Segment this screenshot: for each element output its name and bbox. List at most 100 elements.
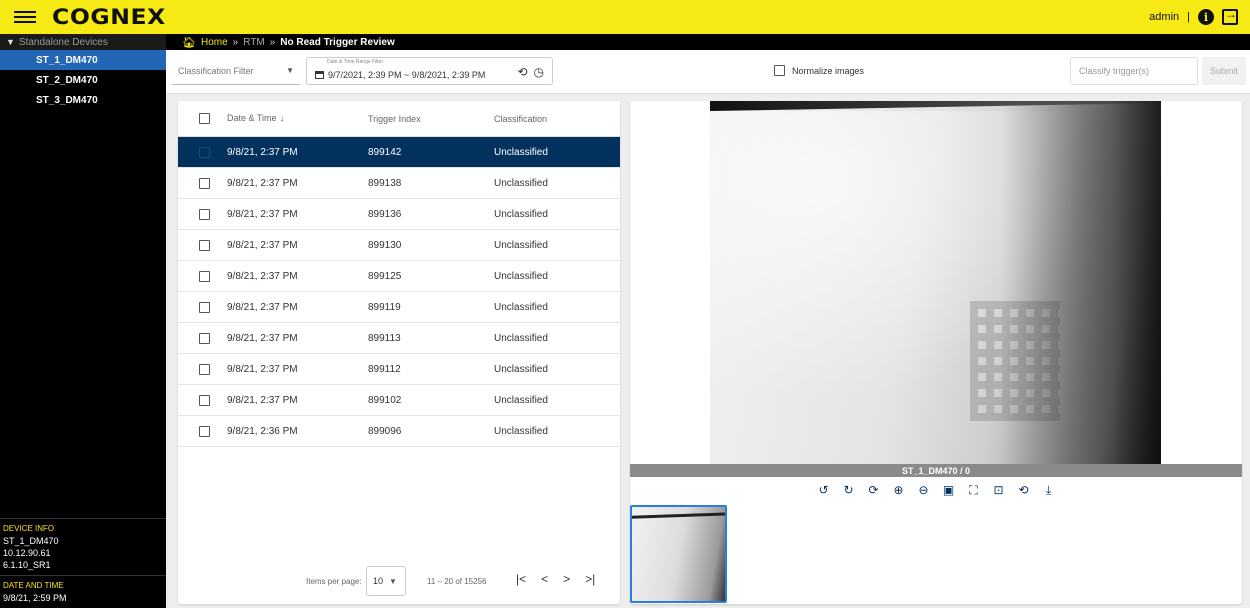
filter-bar: Classification Filter ▼ Date & Time Rang… <box>166 50 1250 94</box>
info-icon[interactable]: i <box>1198 9 1214 25</box>
sidebar: ▼ Standalone Devices ST_1_DM470 ST_2_DM4… <box>0 34 166 608</box>
cell-datetime: 9/8/21, 2:37 PM <box>227 301 298 313</box>
row-checkbox[interactable] <box>199 239 210 251</box>
items-per-page-label: Items per page: <box>306 577 362 586</box>
home-icon[interactable]: 🏠︎ <box>182 36 196 49</box>
cell-trigger-index: 899119 <box>368 301 401 313</box>
sidebar-item-st3[interactable]: ST_3_DM470 <box>0 90 166 110</box>
table-body: 9/8/21, 2:37 PM 899142 Unclassified 9/8/21,… <box>178 137 620 447</box>
cell-trigger-index: 899102 <box>368 394 402 406</box>
device-info-panel: DEVICE INFO ST_1_DM470 10.12.90.61 6.1.1… <box>0 518 166 608</box>
logout-icon[interactable] <box>1222 7 1238 25</box>
paginator: Items per page: 10 ▼ 11 – 20 of 15256 |<… <box>178 560 620 604</box>
trigger-image[interactable] <box>710 101 1161 464</box>
refresh-icon[interactable]: ⟳ <box>868 483 880 503</box>
previous-page-icon[interactable]: < <box>541 572 548 586</box>
classify-trigger-input[interactable]: Classify trigger(s) <box>1070 57 1198 85</box>
classification-filter-select[interactable]: Classification Filter ▼ <box>172 57 300 85</box>
image-toolbar: ↺ ↻ ⟳ ⊕ ⊖ ▣ ⛶ ⊡ ⟲ ⤓ <box>630 483 1242 503</box>
cell-classification: Unclassified <box>494 177 548 189</box>
column-header-trigger-index[interactable]: Trigger Index <box>368 114 494 124</box>
row-checkbox[interactable] <box>199 301 210 313</box>
normalize-checkbox[interactable] <box>774 65 785 76</box>
table-row[interactable]: 9/8/21, 2:37 PM 899130 Unclassified <box>178 230 620 261</box>
last-page-icon[interactable]: >| <box>585 572 595 586</box>
table-row[interactable]: 9/8/21, 2:36 PM 899096 Unclassified <box>178 416 620 447</box>
rotate-left-icon[interactable]: ↺ <box>818 483 830 503</box>
reset-view-icon[interactable]: ⟲ <box>1018 483 1030 503</box>
calendar-icon <box>315 71 324 79</box>
table-row[interactable]: 9/8/21, 2:37 PM 899125 Unclassified <box>178 261 620 292</box>
clock-icon[interactable]: ◷ <box>534 65 544 79</box>
cell-datetime: 9/8/21, 2:37 PM <box>227 332 298 344</box>
device-ip: 10.12.90.61 <box>3 548 51 558</box>
sidebar-section-title: Standalone Devices <box>18 36 108 48</box>
row-checkbox[interactable] <box>199 332 210 344</box>
normalize-images-toggle[interactable]: Normalize images <box>774 65 864 76</box>
column-header-classification[interactable]: Classification <box>494 114 614 124</box>
items-per-page-select[interactable]: 10 ▼ <box>366 566 406 596</box>
image-thumbnail[interactable] <box>630 505 727 603</box>
menu-icon[interactable] <box>14 8 36 26</box>
image-viewer-panel: ST_1_DM470 / 0 ↺ ↻ ⟳ ⊕ ⊖ ▣ ⛶ ⊡ ⟲ ⤓ <box>630 101 1242 604</box>
date-time-value: 9/8/21, 2:59 PM <box>3 593 67 603</box>
sidebar-item-st1[interactable]: ST_1_DM470 <box>0 50 166 70</box>
sidebar-item-st2[interactable]: ST_2_DM470 <box>0 70 166 90</box>
row-checkbox[interactable] <box>199 270 210 282</box>
cell-trigger-index: 899130 <box>368 239 402 251</box>
breadcrumb-separator: » <box>269 36 276 48</box>
device-firmware: 6.1.10_SR1 <box>3 560 51 570</box>
column-header-datetime[interactable]: Date & Time ↓ <box>227 113 368 124</box>
zoom-in-icon[interactable]: ⊕ <box>893 483 905 503</box>
zoom-out-icon[interactable]: ⊖ <box>918 483 930 503</box>
table-row[interactable]: 9/8/21, 2:37 PM 899113 Unclassified <box>178 323 620 354</box>
cell-datetime: 9/8/21, 2:36 PM <box>227 425 298 437</box>
row-checkbox[interactable] <box>199 146 210 158</box>
row-checkbox[interactable] <box>199 425 210 437</box>
cell-trigger-index: 899096 <box>368 425 402 437</box>
breadcrumb-rtm[interactable]: RTM <box>243 37 264 48</box>
row-checkbox[interactable] <box>199 394 210 406</box>
cell-classification: Unclassified <box>494 270 548 282</box>
date-time-info: DATE AND TIME 9/8/21, 2:59 PM <box>0 575 166 608</box>
dropdown-caret-icon: ▼ <box>286 66 294 75</box>
cognex-logo: COGNEX <box>52 5 166 29</box>
table-row[interactable]: 9/8/21, 2:37 PM 899138 Unclassified <box>178 168 620 199</box>
image-dark-region <box>1001 101 1161 464</box>
table-row[interactable]: 9/8/21, 2:37 PM 899112 Unclassified <box>178 354 620 385</box>
table-row[interactable]: 9/8/21, 2:37 PM 899102 Unclassified <box>178 385 620 416</box>
date-range-actions: ⟲ ◷ <box>517 65 544 79</box>
download-icon[interactable]: ⤓ <box>1043 483 1055 503</box>
breadcrumb-home[interactable]: Home <box>201 37 228 48</box>
sidebar-section-header[interactable]: ▼ Standalone Devices <box>0 34 166 50</box>
normalize-label: Normalize images <box>792 65 865 76</box>
fullscreen-icon[interactable]: ⛶ <box>968 483 980 503</box>
rotate-right-icon[interactable]: ↻ <box>843 483 855 503</box>
table-row[interactable]: 9/8/21, 2:37 PM 899136 Unclassified <box>178 199 620 230</box>
row-checkbox[interactable] <box>199 363 210 375</box>
submit-button[interactable]: Submit <box>1202 57 1246 85</box>
first-page-icon[interactable]: |< <box>516 572 526 586</box>
fit-to-window-icon[interactable]: ▣ <box>943 483 955 503</box>
cell-trigger-index: 899113 <box>368 332 401 344</box>
cell-classification: Unclassified <box>494 332 548 344</box>
date-range-filter[interactable]: Date & Time Range Filter 9/7/2021, 2:39 … <box>306 57 553 85</box>
select-all-checkbox[interactable] <box>199 113 210 124</box>
cell-trigger-index: 899142 <box>368 146 402 158</box>
cell-classification: Unclassified <box>494 425 548 437</box>
chevron-down-icon: ▼ <box>6 37 15 47</box>
row-checkbox[interactable] <box>199 177 210 189</box>
next-page-icon[interactable]: > <box>563 572 570 586</box>
actual-size-icon[interactable]: ⊡ <box>993 483 1005 503</box>
cell-classification: Unclassified <box>494 208 548 220</box>
cell-datetime: 9/8/21, 2:37 PM <box>227 363 298 375</box>
history-icon[interactable]: ⟲ <box>517 65 527 79</box>
cell-classification: Unclassified <box>494 363 548 375</box>
username[interactable]: admin <box>1149 11 1179 23</box>
row-checkbox[interactable] <box>199 208 210 220</box>
table-row[interactable]: 9/8/21, 2:37 PM 899119 Unclassified <box>178 292 620 323</box>
classification-filter-placeholder: Classification Filter <box>178 65 254 76</box>
cell-trigger-index: 899138 <box>368 177 402 189</box>
table-row[interactable]: 9/8/21, 2:37 PM 899142 Unclassified <box>178 137 620 168</box>
device-name: ST_1_DM470 <box>3 536 59 546</box>
